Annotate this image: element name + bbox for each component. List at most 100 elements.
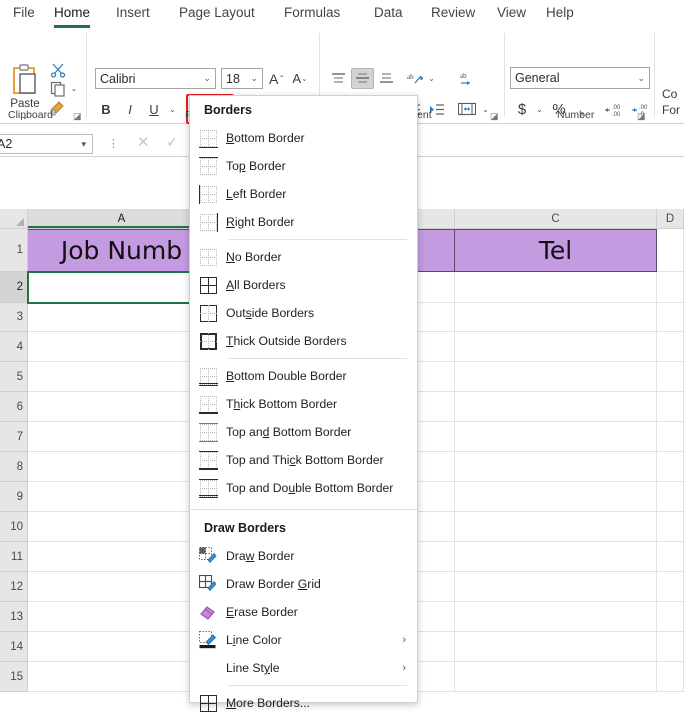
orientation-icon[interactable]: ab bbox=[402, 68, 426, 89]
font-name-input[interactable]: Calibri ⌄ bbox=[95, 68, 216, 89]
column-header-d[interactable]: D bbox=[657, 209, 684, 229]
cell-d10[interactable] bbox=[657, 512, 684, 542]
cell-c15[interactable] bbox=[455, 662, 657, 692]
menu-item-line-style[interactable]: Line Style › bbox=[190, 654, 417, 682]
paste-icon[interactable] bbox=[6, 63, 44, 97]
row-header-3[interactable]: 3 bbox=[0, 303, 28, 332]
row-header-13[interactable]: 13 bbox=[0, 602, 28, 632]
bold-button[interactable]: B bbox=[95, 98, 117, 120]
row-header-10[interactable]: 10 bbox=[0, 512, 28, 542]
underline-chevron-down-icon[interactable]: ⌄ bbox=[166, 98, 179, 120]
menu-item-draw-border[interactable]: Draw Border bbox=[190, 542, 417, 570]
align-middle-icon[interactable] bbox=[351, 68, 374, 89]
copy-chevron-down-icon[interactable]: ⌄ bbox=[68, 80, 80, 96]
number-format-chevron-down-icon[interactable]: ⌄ bbox=[637, 73, 645, 84]
cell-d7[interactable] bbox=[657, 422, 684, 452]
row-header-7[interactable]: 7 bbox=[0, 422, 28, 452]
cancel-entry-icon[interactable]: ✕ bbox=[137, 133, 150, 151]
name-box-chevron-down-icon[interactable]: ▾ bbox=[81, 139, 86, 150]
row-header-2[interactable]: 2 bbox=[0, 272, 28, 303]
currency-format-icon[interactable]: $ bbox=[512, 98, 532, 120]
cell-c11[interactable] bbox=[455, 542, 657, 572]
clipboard-dialog-launcher[interactable]: ◪ bbox=[73, 111, 82, 121]
cell-c8[interactable] bbox=[455, 452, 657, 482]
cell-c14[interactable] bbox=[455, 632, 657, 662]
menu-item-top-border[interactable]: Top Border bbox=[190, 152, 417, 180]
cell-a3[interactable] bbox=[28, 303, 216, 332]
merge-and-center-icon[interactable] bbox=[455, 98, 479, 120]
font-size-chevron-down-icon[interactable]: ⌄ bbox=[250, 73, 258, 84]
menu-item-right-border[interactable]: Right Border bbox=[190, 208, 417, 236]
align-bottom-icon[interactable] bbox=[375, 68, 398, 89]
decrease-font-size-icon[interactable]: A ⌄ bbox=[289, 68, 311, 89]
tab-view[interactable]: View bbox=[494, 3, 529, 27]
column-header-c[interactable]: C bbox=[455, 209, 657, 229]
tab-help[interactable]: Help bbox=[543, 3, 577, 27]
cut-icon[interactable] bbox=[48, 61, 68, 79]
cell-d3[interactable] bbox=[657, 303, 684, 332]
select-all-corner[interactable] bbox=[0, 209, 28, 229]
cell-c9[interactable] bbox=[455, 482, 657, 512]
cell-d2[interactable] bbox=[657, 272, 684, 303]
cell-a12[interactable] bbox=[28, 572, 216, 602]
font-name-chevron-down-icon[interactable]: ⌄ bbox=[203, 73, 211, 84]
increase-font-size-icon[interactable]: A ⌃ bbox=[266, 68, 288, 89]
cell-d9[interactable] bbox=[657, 482, 684, 512]
increase-decimal-icon[interactable]: .00.00 bbox=[601, 98, 625, 120]
menu-item-thick-bottom-border[interactable]: Thick Bottom Border bbox=[190, 390, 417, 418]
cell-c7[interactable] bbox=[455, 422, 657, 452]
conditional-formatting-label-line1[interactable]: Co bbox=[662, 87, 684, 101]
column-header-a[interactable]: A bbox=[28, 209, 216, 229]
cell-a14[interactable] bbox=[28, 632, 216, 662]
conditional-formatting-label-line2[interactable]: For bbox=[662, 103, 684, 117]
formula-bar-dots-icon[interactable]: ⋮ bbox=[108, 137, 119, 150]
row-header-14[interactable]: 14 bbox=[0, 632, 28, 662]
cell-c1[interactable]: Tel bbox=[455, 229, 657, 272]
menu-item-no-border[interactable]: No Border bbox=[190, 243, 417, 271]
italic-button[interactable]: I bbox=[119, 98, 141, 120]
cell-d12[interactable] bbox=[657, 572, 684, 602]
cell-d1[interactable] bbox=[657, 229, 684, 272]
cell-d8[interactable] bbox=[657, 452, 684, 482]
cell-a1[interactable]: Job Numb bbox=[28, 229, 216, 272]
cell-a11[interactable] bbox=[28, 542, 216, 572]
cell-a10[interactable] bbox=[28, 512, 216, 542]
number-format-select[interactable]: General ⌄ bbox=[510, 67, 650, 89]
cell-a7[interactable] bbox=[28, 422, 216, 452]
row-header-11[interactable]: 11 bbox=[0, 542, 28, 572]
row-header-9[interactable]: 9 bbox=[0, 482, 28, 512]
cell-d11[interactable] bbox=[657, 542, 684, 572]
menu-item-top-and-double-bottom-border[interactable]: Top and Double Bottom Border bbox=[190, 474, 417, 502]
copy-icon[interactable] bbox=[48, 80, 68, 98]
wrap-text-icon[interactable]: ab bbox=[455, 68, 479, 89]
row-header-8[interactable]: 8 bbox=[0, 452, 28, 482]
cell-a6[interactable] bbox=[28, 392, 216, 422]
menu-item-all-borders[interactable]: All Borders bbox=[190, 271, 417, 299]
menu-item-top-and-bottom-border[interactable]: Top and Bottom Border bbox=[190, 418, 417, 446]
menu-item-line-color[interactable]: Line Color › bbox=[190, 626, 417, 654]
alignment-dialog-launcher[interactable]: ◪ bbox=[490, 111, 499, 121]
menu-item-top-and-thick-bottom-border[interactable]: Top and Thick Bottom Border bbox=[190, 446, 417, 474]
cell-a4[interactable] bbox=[28, 332, 216, 362]
align-top-icon[interactable] bbox=[327, 68, 350, 89]
cell-c3[interactable] bbox=[455, 303, 657, 332]
cell-c6[interactable] bbox=[455, 392, 657, 422]
menu-item-draw-border-grid[interactable]: Draw Border Grid bbox=[190, 570, 417, 598]
cell-c10[interactable] bbox=[455, 512, 657, 542]
cell-a13[interactable] bbox=[28, 602, 216, 632]
tab-data[interactable]: Data bbox=[371, 3, 406, 27]
menu-item-outside-borders[interactable]: Outside Borders bbox=[190, 299, 417, 327]
row-header-4[interactable]: 4 bbox=[0, 332, 28, 362]
menu-item-left-border[interactable]: Left Border bbox=[190, 180, 417, 208]
underline-button[interactable]: U bbox=[143, 98, 165, 120]
cell-c12[interactable] bbox=[455, 572, 657, 602]
row-header-12[interactable]: 12 bbox=[0, 572, 28, 602]
orientation-chevron-down-icon[interactable]: ⌄ bbox=[425, 68, 438, 89]
cell-a15[interactable] bbox=[28, 662, 216, 692]
row-header-5[interactable]: 5 bbox=[0, 362, 28, 392]
cell-c2[interactable] bbox=[455, 272, 657, 303]
cell-d13[interactable] bbox=[657, 602, 684, 632]
cell-c4[interactable] bbox=[455, 332, 657, 362]
tab-formulas[interactable]: Formulas bbox=[281, 3, 343, 27]
cell-d14[interactable] bbox=[657, 632, 684, 662]
